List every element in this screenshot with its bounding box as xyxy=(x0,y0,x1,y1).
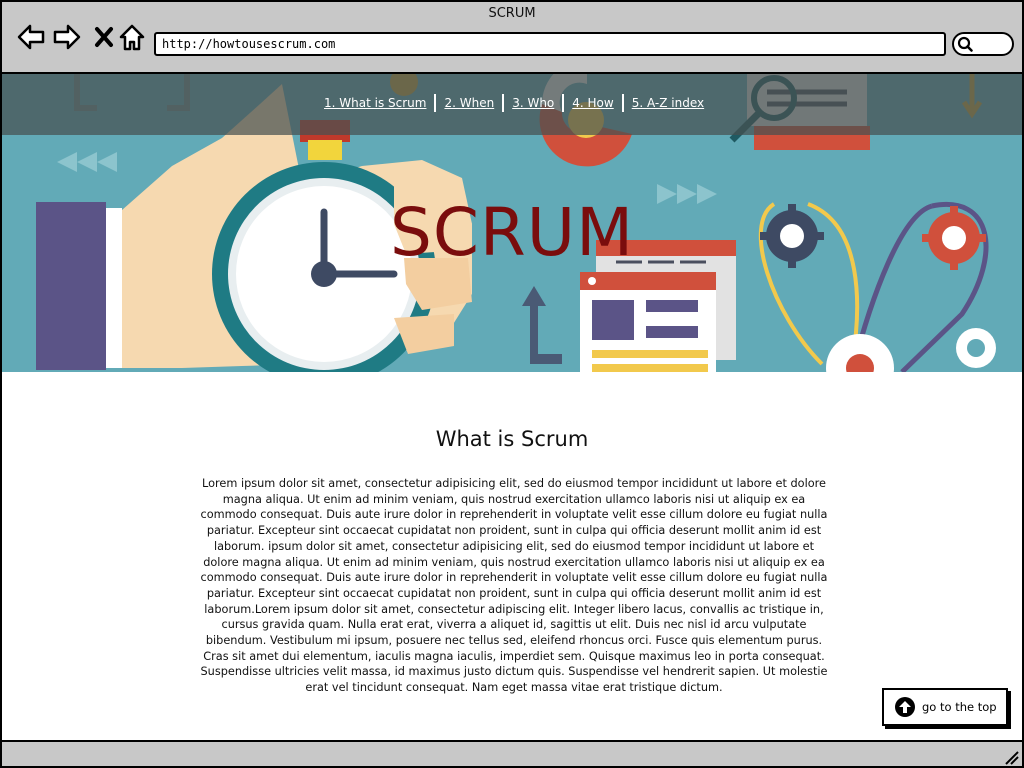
search-icon xyxy=(957,36,973,52)
nav-separator xyxy=(434,94,437,112)
window-title: SCRUM xyxy=(488,6,536,21)
go-to-top-button[interactable]: go to the top xyxy=(882,688,1008,726)
address-bar[interactable] xyxy=(154,32,946,56)
top-navigation: 1. What is Scrum 2. When 3. Who 4. How 5… xyxy=(2,74,1022,135)
nav-separator xyxy=(502,94,505,112)
nav-links: 1. What is Scrum 2. When 3. Who 4. How 5… xyxy=(324,94,704,112)
go-to-top-label: go to the top xyxy=(922,700,997,714)
nav-link-a-z-index[interactable]: 5. A-Z index xyxy=(632,96,704,110)
close-icon[interactable] xyxy=(89,22,113,52)
section-body-text: Lorem ipsum dolor sit amet, consectetur … xyxy=(200,477,828,695)
home-icon[interactable] xyxy=(117,22,147,52)
status-bar xyxy=(2,740,1022,766)
back-arrow-icon[interactable] xyxy=(16,22,46,52)
nav-link-who[interactable]: 3. Who xyxy=(512,96,554,110)
section-heading: What is Scrum xyxy=(435,427,589,451)
nav-link-when[interactable]: 2. When xyxy=(444,96,494,110)
nav-separator xyxy=(562,94,565,112)
nav-link-how[interactable]: 4. How xyxy=(572,96,613,110)
arrow-up-circle-icon xyxy=(895,697,915,717)
browser-window: SCRUM http://howtousescrum.com 1. What i… xyxy=(0,0,1024,768)
resize-grip-icon[interactable] xyxy=(1002,748,1020,766)
forward-arrow-icon[interactable] xyxy=(52,22,82,52)
browser-toolbar: SCRUM xyxy=(2,2,1022,74)
hero-title: SCRUM xyxy=(389,194,635,271)
search-box[interactable] xyxy=(952,32,1014,56)
nav-separator xyxy=(621,94,624,112)
nav-link-what-is-scrum[interactable]: 1. What is Scrum xyxy=(324,96,426,110)
hero-banner: 1. What is Scrum 2. When 3. Who 4. How 5… xyxy=(2,74,1022,372)
